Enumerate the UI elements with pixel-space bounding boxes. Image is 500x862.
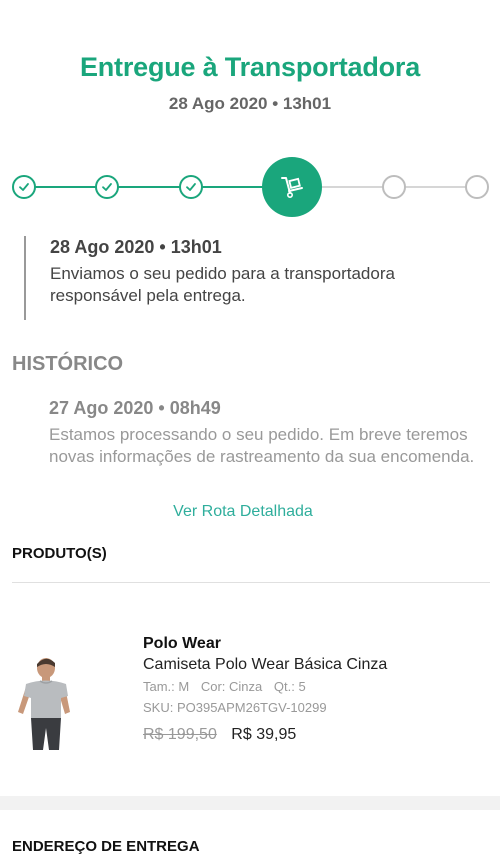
product-name: Camiseta Polo Wear Básica Cinza — [143, 656, 388, 673]
history-event: 27 Ago 2020 • 08h49 Estamos processando … — [49, 397, 489, 468]
event-description: Estamos processando o seu pedido. Em bre… — [49, 425, 475, 466]
product-brand: Polo Wear — [143, 635, 221, 652]
address-section-title: ENDEREÇO DE ENTREGA — [12, 838, 200, 855]
event-datetime: 28 Ago 2020 • 13h01 — [50, 237, 222, 257]
hand-truck-icon — [281, 177, 303, 198]
step-completed-2 — [95, 175, 119, 199]
tracking-stepper — [0, 157, 500, 217]
step-completed-3 — [179, 175, 203, 199]
event-datetime: 27 Ago 2020 • 08h49 — [49, 398, 221, 418]
product-item[interactable]: Polo Wear Camiseta Polo Wear Básica Cinz… — [0, 634, 500, 754]
product-color: Cor: Cinza — [200, 679, 263, 694]
checkmark-icon — [186, 183, 196, 191]
detailed-route-link[interactable]: Ver Rota Detalhada — [0, 503, 486, 521]
status-title: Entregue à Transportadora — [79, 52, 421, 82]
product-attributes: Tam.: M Cor: Cinza Qt.: 5 — [143, 677, 387, 697]
product-price: R$ 39,95 — [231, 726, 297, 743]
checkmark-icon — [19, 183, 29, 191]
checkmark-icon — [102, 183, 112, 191]
step-pending-5 — [382, 175, 406, 199]
step-current — [262, 157, 322, 217]
stepper-line-done — [24, 186, 292, 188]
product-image — [18, 658, 70, 750]
event-description: Enviamos o seu pedido para a transportad… — [50, 264, 395, 305]
history-title: HISTÓRICO — [12, 353, 124, 375]
step-completed-1 — [12, 175, 36, 199]
product-old-price: R$ 199,50 — [143, 726, 217, 743]
section-separator — [0, 796, 500, 810]
divider — [12, 582, 490, 583]
step-pending-6 — [465, 175, 489, 199]
current-event: 28 Ago 2020 • 13h01 Enviamos o seu pedid… — [24, 236, 484, 320]
product-prices: R$ 199,50 R$ 39,95 — [143, 726, 387, 744]
product-info: Polo Wear Camiseta Polo Wear Básica Cinz… — [143, 634, 387, 744]
status-datetime: 28 Ago 2020 • 13h01 — [168, 94, 332, 113]
product-size: Tam.: M — [143, 679, 190, 694]
product-sku: SKU: PO395APM26TGV-10299 — [143, 700, 327, 715]
product-quantity: Qt.: 5 — [273, 679, 306, 694]
products-section-title: PRODUTO(S) — [12, 545, 107, 562]
